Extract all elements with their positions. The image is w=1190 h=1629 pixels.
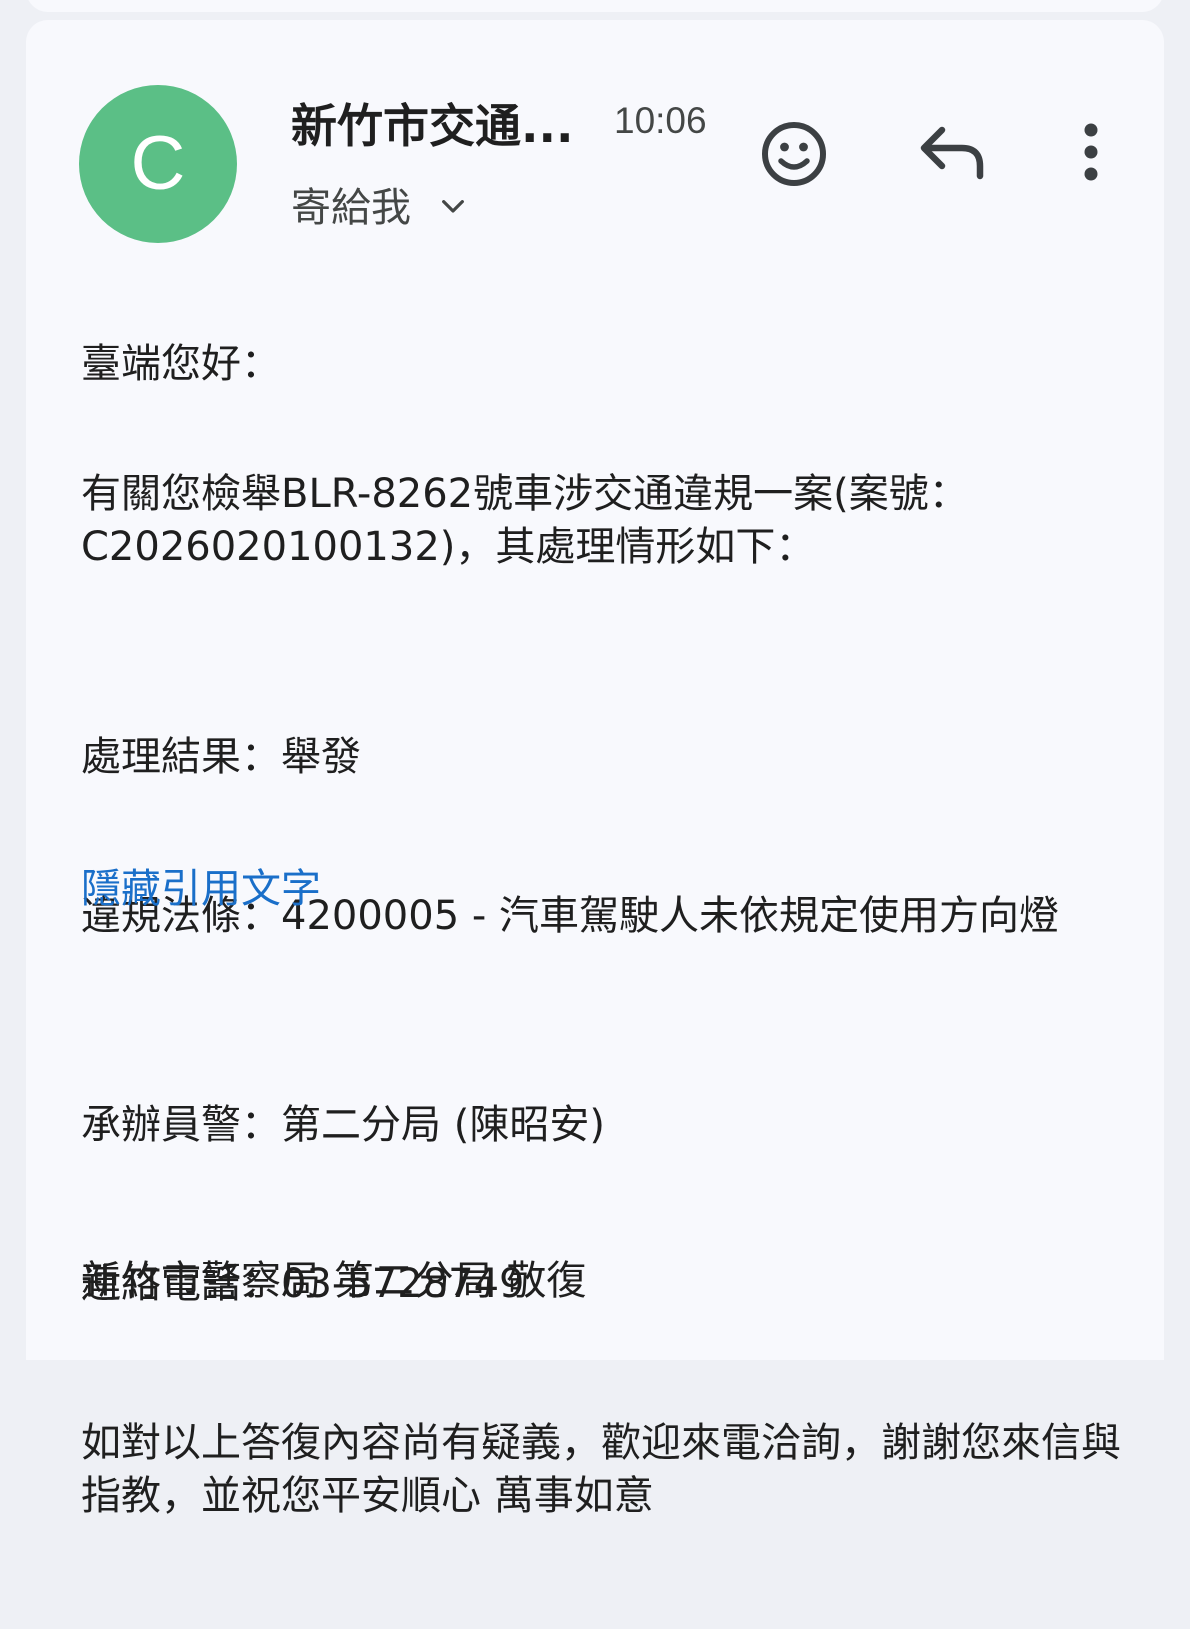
reply-arrow-icon (920, 126, 984, 180)
add-reaction-button[interactable] (758, 118, 830, 190)
smiley-face-icon (762, 122, 826, 186)
email-contact-block: 承辦員警：第二分局 (陳昭安) 連絡電話：03-5728749 如對以上答復內容… (81, 993, 1141, 1629)
email-signature: 新竹市警察局 第二分局 敬復 (81, 1258, 587, 1304)
previous-message-card (26, 0, 1164, 12)
result-line: 處理結果：舉發 (81, 734, 361, 780)
sender-avatar[interactable]: C (79, 85, 237, 243)
email-greeting: 臺端您好： (81, 341, 281, 387)
hide-quoted-text-link[interactable]: 隱藏引用文字 (81, 863, 321, 916)
closing-line: 如對以上答復內容尚有疑義，歡迎來電洽詢，謝謝您來信與指教，並祝您平安順心 萬事如… (81, 1420, 1121, 1519)
chevron-down-icon (442, 200, 464, 213)
email-paragraph-case: 有關您檢舉BLR-8262號車涉交通違規一案(案號：C2026020100132… (81, 471, 969, 570)
recipient-label: 寄給我 (291, 185, 411, 231)
email-message-card: C 新竹市交通... 10:06 寄給我 臺端您好： 有關您檢舉BLR-8262… (26, 20, 1164, 1519)
sender-name[interactable]: 新竹市交通... (291, 90, 573, 156)
message-time: 10:06 (614, 100, 707, 141)
more-options-button[interactable] (1066, 118, 1116, 188)
email-result-block: 處理結果：舉發 違規法條：4200005 - 汽車駕駛人未依規定使用方向燈 (81, 625, 1141, 1049)
more-vertical-icon (1084, 123, 1098, 181)
recipient-toggle[interactable]: 寄給我 (291, 175, 469, 233)
reply-button[interactable] (916, 120, 990, 186)
officer-line: 承辦員警：第二分局 (陳昭安) (81, 1102, 605, 1148)
